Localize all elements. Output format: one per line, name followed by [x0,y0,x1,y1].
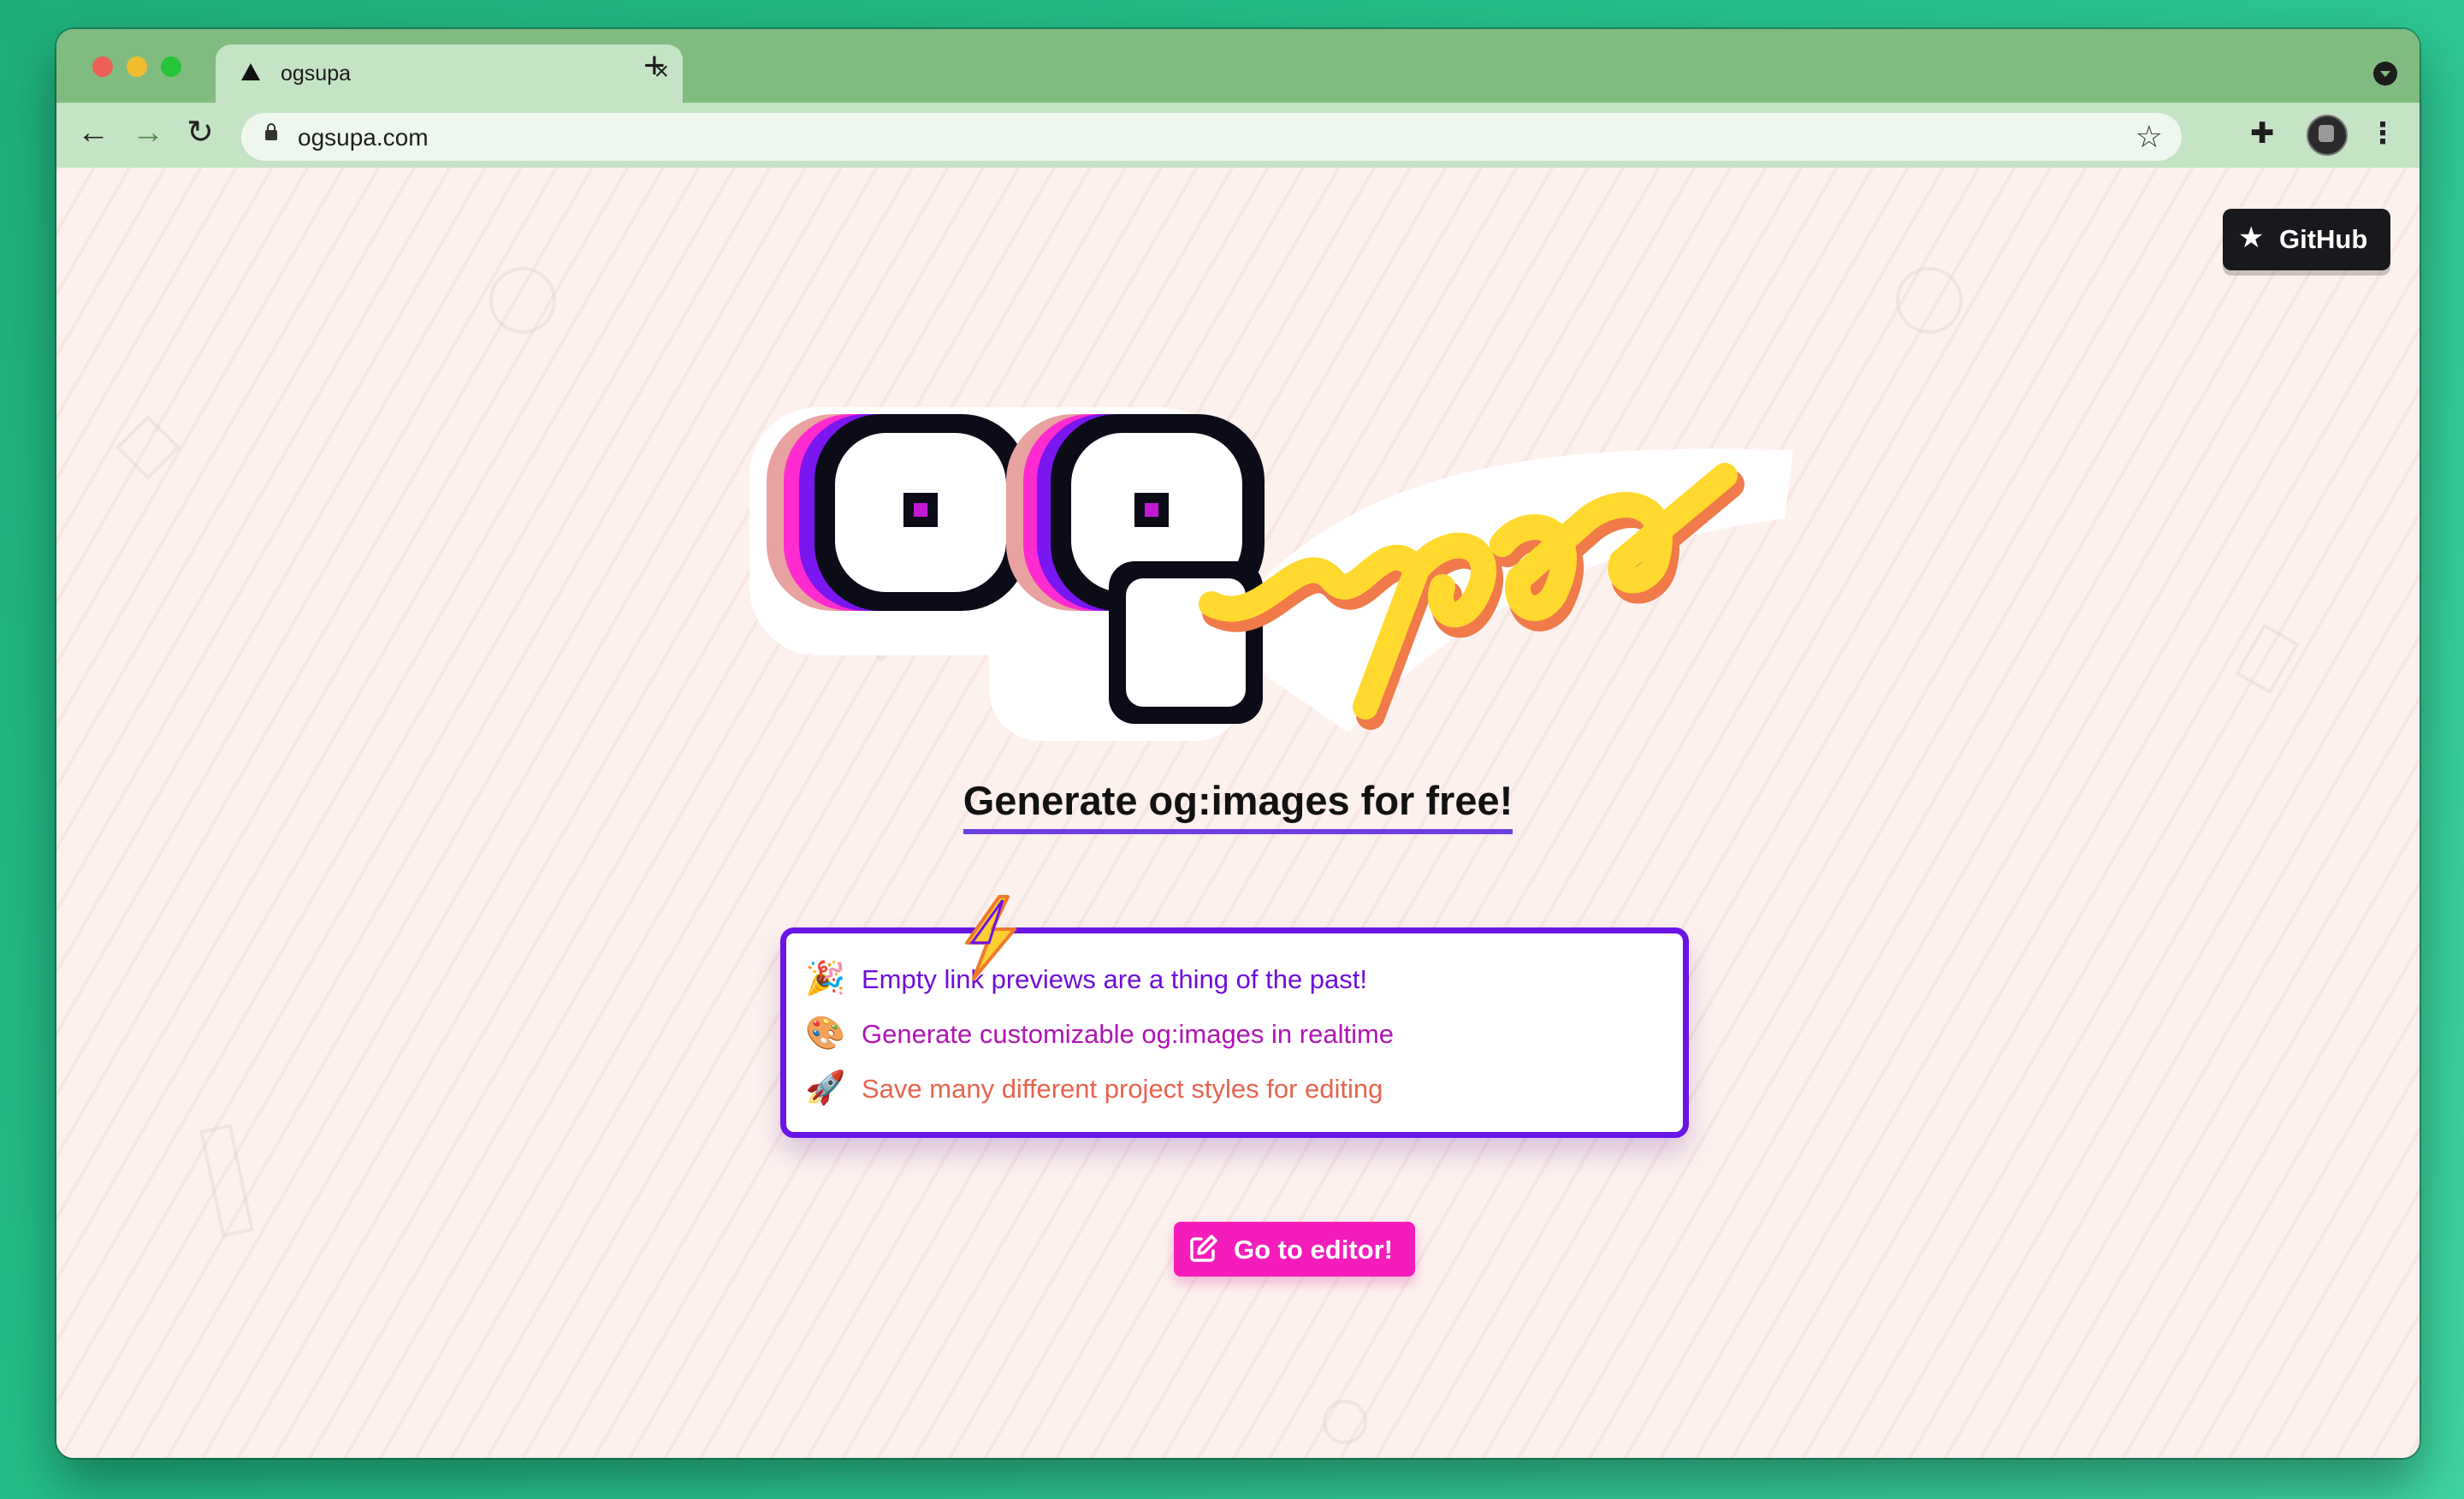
github-label: GitHub [2279,224,2368,254]
ogsupa-logo [749,407,1793,741]
address-bar[interactable]: ogsupa.com ☆ [241,113,2182,161]
feature-text: Save many different project styles for e… [862,1074,1383,1104]
deco-diamond-shape [115,414,181,481]
deco-circle-shape [1323,1400,1367,1444]
bookmark-star-icon[interactable]: ☆ [2135,120,2163,154]
deco-bar-shape [199,1123,254,1238]
feature-text: Generate customizable og:images in realt… [862,1019,1395,1049]
tab-search-icon[interactable] [2373,62,2397,86]
url-text[interactable]: ogsupa.com [298,124,429,151]
page-title: Generate og:images for free! [962,777,1513,834]
page-content: ★ GitHub Generate og:images for free! 🎉 … [56,168,2420,1458]
cta-label: Go to editor! [1234,1235,1393,1265]
profile-avatar[interactable] [2307,115,2348,156]
star-icon: ★ [2238,222,2265,254]
lightning-bolt-icon [965,895,1016,981]
hero-heading: Generate og:images for free! [56,777,2420,834]
rocket-icon: 🚀 [805,1070,846,1106]
back-icon[interactable]: ← [77,111,110,154]
deco-diamond-shape [2235,623,2300,695]
github-button[interactable]: ★ GitHub [2223,209,2390,270]
tab-ogsupa[interactable]: ogsupa × [216,44,683,103]
party-popper-icon: 🎉 [805,961,846,997]
edit-icon [1190,1235,1217,1262]
tab-strip: ogsupa × + [56,29,2420,103]
extensions-puzzle-icon[interactable]: ✚ [2250,116,2275,151]
feature-text: Empty link previews are a thing of the p… [862,964,1368,994]
maximize-window-button[interactable] [161,56,181,77]
close-window-button[interactable] [92,56,113,77]
lock-icon [265,123,277,140]
reload-icon[interactable]: ↻ [187,111,214,154]
go-to-editor-button[interactable]: Go to editor! [1174,1222,1415,1277]
forward-icon[interactable]: → [132,111,164,154]
deco-circle-shape [1896,267,1963,334]
deco-circle-shape [489,267,556,334]
minimize-window-button[interactable] [127,56,147,77]
browser-menu-icon[interactable]: ⋮ [2368,115,2397,152]
features-card: 🎉 Empty link previews are a thing of the… [780,927,1689,1138]
browser-toolbar: ← → ↻ ogsupa.com ☆ ✚ ⋮ [56,103,2420,169]
palette-icon: 🎨 [805,1016,846,1052]
tab-title: ogsupa [281,62,352,86]
triangle-favicon-icon [241,63,260,80]
new-tab-button[interactable]: + [643,46,666,86]
browser-window: ogsupa × + ← → ↻ ogsupa.com ☆ ✚ ⋮ ★ GitH… [56,29,2420,1458]
